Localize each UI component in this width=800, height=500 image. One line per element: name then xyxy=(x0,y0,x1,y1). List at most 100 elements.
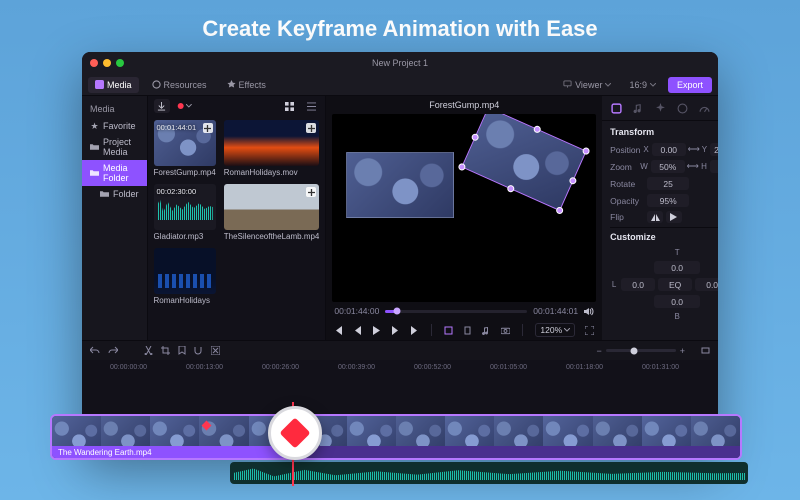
redo-button[interactable] xyxy=(108,346,118,355)
go-end-button[interactable] xyxy=(410,326,419,335)
resize-handle[interactable] xyxy=(471,133,480,142)
zoom-h-input[interactable]: 50% xyxy=(710,160,718,173)
sidebar-item-label: Favorite xyxy=(103,121,136,131)
resize-handle[interactable] xyxy=(506,184,515,193)
split-button[interactable] xyxy=(144,346,153,355)
seek-bar[interactable] xyxy=(385,310,527,313)
flip-vertical-button[interactable] xyxy=(666,211,682,223)
sidebar-item-label: Folder xyxy=(113,189,139,199)
import-button[interactable] xyxy=(154,99,170,113)
position-x-input[interactable]: 0.00 xyxy=(652,143,686,156)
crop-bottom-input[interactable]: 0.0 xyxy=(654,295,700,308)
sidebar-item-folder[interactable]: Folder xyxy=(82,186,147,202)
aspect-label: 16:9 xyxy=(629,80,647,90)
inspector-tab-audio[interactable] xyxy=(631,101,645,115)
next-frame-button[interactable] xyxy=(391,326,400,335)
media-thumb[interactable]: RomanHolidays xyxy=(154,248,216,305)
tab-media[interactable]: Media xyxy=(88,77,139,93)
link-icon[interactable]: ⟷ xyxy=(688,162,698,172)
ruler-tick: 00:01:18:00 xyxy=(566,364,603,371)
position-y-input[interactable]: 230.00 xyxy=(710,143,718,156)
transform-heading: Transform xyxy=(610,127,718,137)
flip-h-icon xyxy=(651,213,660,221)
add-to-timeline-icon[interactable] xyxy=(203,123,213,133)
crop-left-input[interactable]: 0.0 xyxy=(621,278,655,291)
fit-button[interactable] xyxy=(701,346,710,355)
preview-stage[interactable] xyxy=(332,114,596,302)
close-window-icon[interactable] xyxy=(90,59,98,67)
resize-handle[interactable] xyxy=(568,176,577,185)
media-thumb[interactable]: 00:02:30:00Gladiator.mp3 xyxy=(154,184,216,241)
volume-icon[interactable] xyxy=(584,307,594,316)
time-total: 00:01:44:01 xyxy=(533,306,578,316)
flip-horizontal-button[interactable] xyxy=(647,211,663,223)
opacity-input[interactable]: 95% xyxy=(647,194,689,207)
chevron-down-icon xyxy=(650,83,656,87)
fullscreen-button[interactable] xyxy=(585,326,594,335)
go-start-button[interactable] xyxy=(334,326,343,335)
zoom-w-input[interactable]: 50% xyxy=(651,160,685,173)
minimize-window-icon[interactable] xyxy=(103,59,111,67)
media-label: Gladiator.mp3 xyxy=(154,232,216,241)
rotate-label: Rotate xyxy=(610,179,644,189)
preview-clip-back[interactable] xyxy=(346,152,454,218)
main-area: Media ★ Favorite Project Media Media Fol… xyxy=(82,96,718,340)
crop-center-input[interactable]: EQ xyxy=(658,278,692,291)
zoom-window-icon[interactable] xyxy=(116,59,124,67)
inspector-tab-color[interactable] xyxy=(675,101,689,115)
marker-button[interactable] xyxy=(178,346,186,355)
resize-handle[interactable] xyxy=(582,146,591,155)
sidebar-item-media-folder[interactable]: Media Folder xyxy=(82,160,147,186)
chevron-down-icon xyxy=(605,83,611,87)
marker-button[interactable] xyxy=(463,326,472,335)
viewer-label: Viewer xyxy=(575,80,602,90)
viewer-dropdown[interactable]: Viewer xyxy=(557,78,617,92)
folder-icon xyxy=(90,143,99,152)
list-view-button[interactable] xyxy=(303,99,319,113)
zoom-out-button[interactable]: − xyxy=(596,346,601,356)
aspect-dropdown[interactable]: 16:9 xyxy=(623,78,662,92)
resize-handle[interactable] xyxy=(457,162,466,171)
timeline-ruler[interactable]: 00:00:00:0000:00:13:0000:00:26:0000:00:3… xyxy=(110,364,718,374)
zoom-dropdown[interactable]: 120% xyxy=(535,323,575,337)
snapshot-button[interactable] xyxy=(501,326,510,335)
zoom-in-button[interactable]: + xyxy=(680,346,685,356)
preview-clip-selected[interactable] xyxy=(461,114,587,211)
tab-effects[interactable]: Effects xyxy=(220,77,273,93)
media-thumb[interactable]: RomanHolidays.mov xyxy=(224,120,320,177)
rotate-input[interactable]: 25 xyxy=(647,177,689,190)
crop-top-input[interactable]: 0.0 xyxy=(654,261,700,274)
prev-frame-button[interactable] xyxy=(353,326,362,335)
tab-resources[interactable]: Resources xyxy=(145,77,214,93)
inspector-tab-speed[interactable] xyxy=(697,101,711,115)
inspector-tab-transform[interactable] xyxy=(609,101,623,115)
audio-button[interactable] xyxy=(482,326,491,335)
gauge-icon xyxy=(699,103,710,114)
media-thumb[interactable]: TheSilenceoftheLamb.mp4 xyxy=(224,184,320,241)
timeline-clip-video[interactable]: The Wandering Earth.mp4 xyxy=(50,414,742,460)
resize-handle[interactable] xyxy=(533,125,542,134)
play-button[interactable] xyxy=(372,326,381,335)
timeline-clip-audio[interactable] xyxy=(230,462,748,484)
crop-tool-button[interactable] xyxy=(444,326,453,335)
inspector-tab-effects[interactable] xyxy=(653,101,667,115)
export-button[interactable]: Export xyxy=(668,77,712,93)
crop-button[interactable] xyxy=(161,346,170,355)
video-track-2[interactable] xyxy=(110,377,718,397)
media-thumb[interactable]: 00:01:44:01ForestGump.mp4 xyxy=(154,120,216,177)
crop-right-input[interactable]: 0.0 xyxy=(695,278,718,291)
link-icon[interactable]: ⟷ xyxy=(689,145,699,155)
add-to-timeline-icon[interactable] xyxy=(306,187,316,197)
expand-button[interactable] xyxy=(211,346,220,355)
add-to-timeline-icon[interactable] xyxy=(306,123,316,133)
sidebar-item-favorite[interactable]: ★ Favorite xyxy=(82,118,147,134)
plus-down-icon xyxy=(157,102,166,111)
record-button[interactable] xyxy=(176,99,192,113)
timeline-zoom-slider[interactable] xyxy=(606,349,676,352)
tab-effects-label: Effects xyxy=(239,80,266,90)
snap-button[interactable] xyxy=(194,346,203,355)
grid-view-button[interactable] xyxy=(281,99,297,113)
undo-button[interactable] xyxy=(90,346,100,355)
sidebar-item-project-media[interactable]: Project Media xyxy=(82,134,147,160)
resize-handle[interactable] xyxy=(555,206,564,215)
